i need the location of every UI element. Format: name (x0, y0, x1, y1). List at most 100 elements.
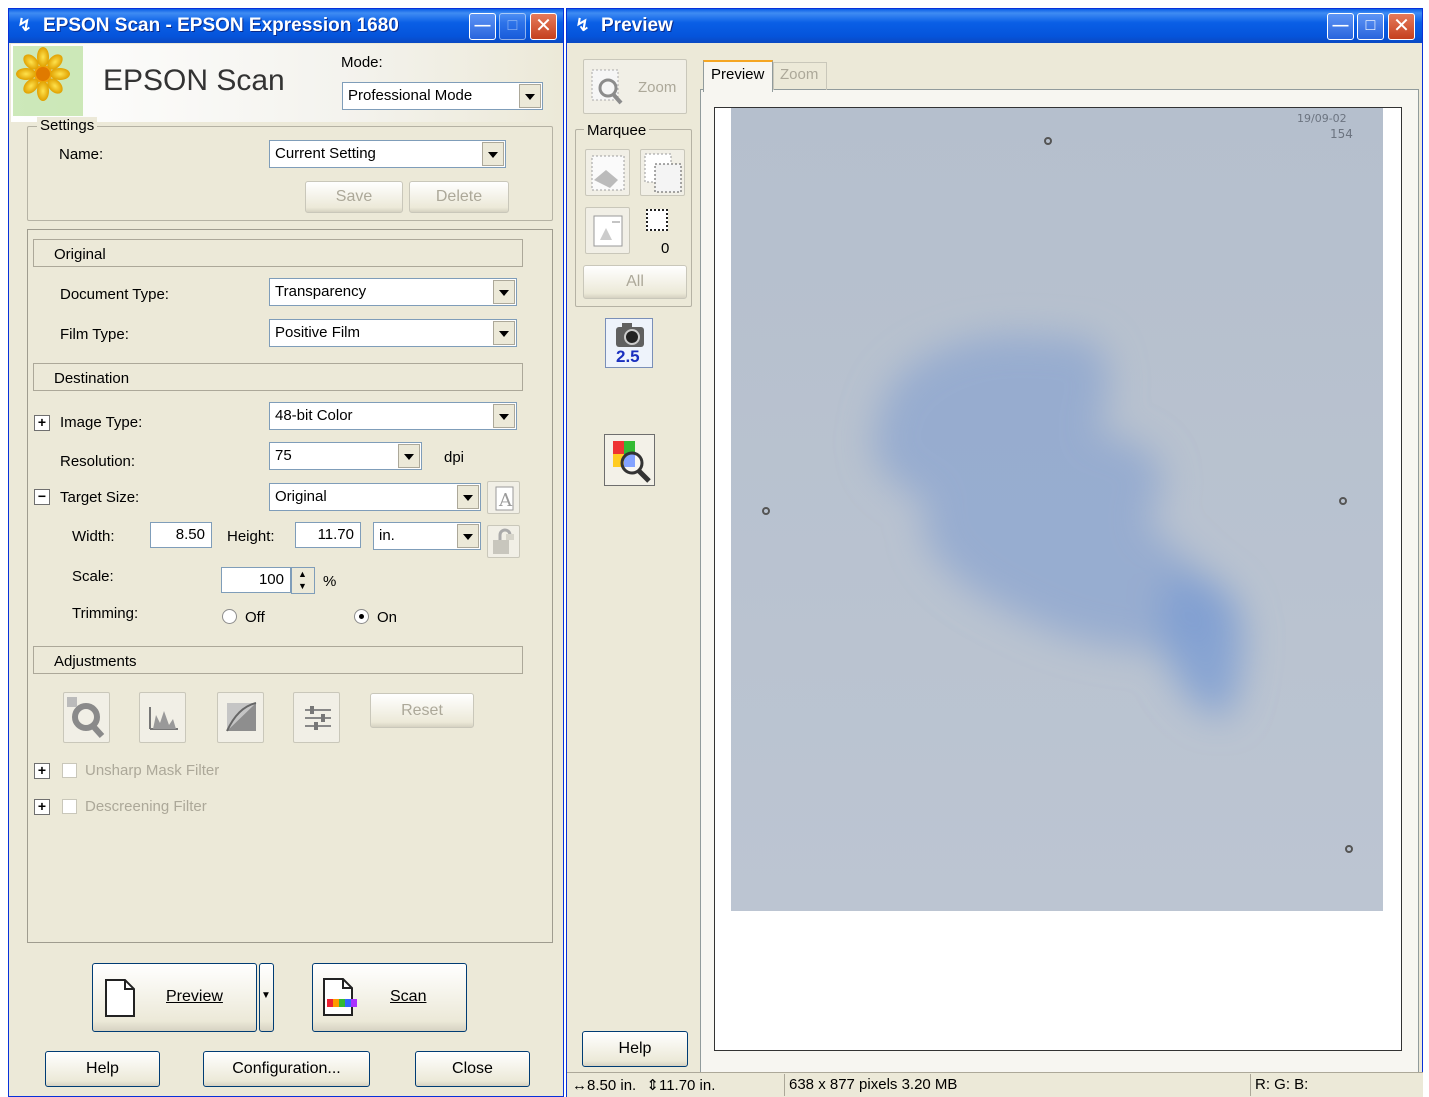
height-label: Height: (227, 528, 275, 545)
status-width: 8.50 in. (587, 1077, 637, 1094)
svg-text:A: A (498, 490, 513, 511)
brand-banner: EPSON Scan Mode: Professional Mode (11, 44, 561, 122)
image-type-expand-icon[interactable]: + (34, 415, 50, 431)
histogram-adjustment-button[interactable] (139, 692, 186, 743)
scan-button[interactable]: Scan (312, 963, 467, 1032)
height-input[interactable]: 11.70 (295, 522, 361, 548)
backlight-correction-button[interactable] (63, 692, 110, 743)
orientation-button[interactable]: A (487, 481, 520, 514)
chevron-down-icon[interactable] (493, 404, 515, 428)
all-button[interactable]: All (583, 265, 687, 299)
unsharp-expand-icon[interactable]: + (34, 763, 50, 779)
zoom-button[interactable]: Zoom (583, 59, 687, 114)
maximize-button[interactable]: □ (499, 13, 526, 40)
auto-locate-button[interactable] (585, 149, 630, 196)
scale-spinner[interactable]: ▲ ▼ (291, 567, 315, 594)
main-titlebar[interactable]: ↯ EPSON Scan - EPSON Expression 1680 — □… (9, 9, 563, 43)
scale-input[interactable]: 100 (221, 567, 291, 593)
setting-name-select[interactable]: Current Setting (269, 140, 506, 168)
chevron-down-icon[interactable] (482, 142, 504, 166)
sliders-icon (305, 706, 331, 730)
auto-exposure-button[interactable]: 2.5 (605, 318, 653, 368)
chevron-down-icon[interactable] (493, 280, 515, 304)
marquee-count-icon (646, 209, 668, 231)
help-button[interactable]: Help (45, 1051, 160, 1087)
trimming-off-radio[interactable] (222, 609, 237, 624)
document-type-label: Document Type: (60, 286, 169, 303)
close-window-button[interactable]: ✕ (1388, 13, 1415, 40)
resolution-select[interactable]: 75 (269, 442, 422, 470)
document-type-select[interactable]: Transparency (269, 278, 517, 306)
descreening-label: Descreening Filter (85, 798, 207, 815)
preview-button[interactable]: Preview (92, 963, 257, 1032)
resolution-unit-label: dpi (444, 449, 465, 466)
film-type-value: Positive Film (275, 324, 361, 341)
scale-label: Scale: (72, 568, 114, 585)
film-type-select[interactable]: Positive Film (269, 319, 517, 347)
flower-logo-icon (13, 46, 83, 116)
tab-zoom-label: Zoom (780, 66, 819, 83)
trimming-label: Trimming: (72, 605, 139, 622)
image-type-label: Image Type: (60, 414, 143, 431)
minimize-button[interactable]: — (469, 13, 496, 40)
chevron-down-icon[interactable] (457, 524, 479, 548)
target-size-select[interactable]: Original (269, 483, 481, 511)
image-type-select[interactable]: 48-bit Color (269, 402, 517, 430)
minimize-button[interactable]: — (1327, 13, 1354, 40)
chevron-down-icon[interactable] (457, 485, 479, 509)
mode-select[interactable]: Professional Mode (342, 82, 543, 110)
marquee-frame-button[interactable] (585, 207, 630, 254)
descreening-checkbox[interactable] (62, 799, 77, 814)
scale-unit-label: % (323, 573, 337, 590)
trimming-on-label: On (377, 609, 398, 626)
auto-locate-icon (591, 155, 625, 191)
unsharp-mask-checkbox[interactable] (62, 763, 77, 778)
duplicate-marquee-button[interactable] (640, 149, 685, 196)
image-type-value: 48-bit Color (275, 407, 353, 424)
preview-help-button[interactable]: Help (582, 1031, 688, 1067)
close-button[interactable]: Close (415, 1051, 530, 1087)
preview-options-button[interactable]: ▼ (259, 963, 274, 1032)
color-palette-button[interactable] (604, 434, 655, 486)
unit-select[interactable]: in. (373, 522, 481, 550)
orientation-icon: A (495, 486, 514, 511)
mode-label: Mode: (341, 54, 383, 71)
scan-preview-image: 19/09-02 154 (731, 108, 1383, 911)
target-size-collapse-icon[interactable]: − (34, 489, 50, 505)
setting-name-value: Current Setting (275, 145, 376, 162)
chevron-down-icon[interactable] (398, 444, 420, 468)
lock-aspect-button[interactable] (487, 525, 520, 558)
scan-mark-line1: 19/09-02 (1297, 112, 1347, 125)
close-window-button[interactable]: ✕ (530, 13, 557, 40)
delete-button[interactable]: Delete (409, 181, 509, 213)
width-input[interactable]: 8.50 (150, 522, 212, 548)
tab-preview[interactable]: Preview (703, 60, 773, 92)
save-button[interactable]: Save (305, 181, 403, 213)
status-height: 11.70 in. (658, 1077, 716, 1094)
main-window-title: EPSON Scan - EPSON Expression 1680 (43, 15, 399, 36)
zoom-button-label: Zoom (638, 79, 677, 96)
descreening-expand-icon[interactable]: + (34, 799, 50, 815)
height-arrow-icon: ⇕ (646, 1077, 659, 1094)
image-adjustment-button[interactable] (293, 692, 340, 743)
maximize-button[interactable]: □ (1357, 13, 1384, 40)
scan-mark-line2: 154 (1330, 127, 1353, 141)
destination-header-text: Destination (54, 370, 130, 387)
tab-preview-label: Preview (711, 66, 765, 83)
preview-titlebar[interactable]: ↯ Preview — □ ✕ (567, 9, 1422, 43)
auto-exposure-value: 2.5 (616, 347, 640, 366)
scan-page-icon (323, 978, 357, 1016)
reset-button[interactable]: Reset (370, 693, 474, 728)
spin-down-icon[interactable]: ▼ (298, 581, 307, 591)
preview-canvas[interactable]: 19/09-02 154 (714, 107, 1402, 1051)
chevron-down-icon[interactable] (519, 84, 541, 108)
chevron-down-icon[interactable] (493, 321, 515, 345)
epson-scan-icon: ↯ (575, 15, 591, 35)
configuration-button[interactable]: Configuration... (203, 1051, 370, 1087)
resolution-label: Resolution: (60, 453, 136, 470)
tone-correction-button[interactable] (217, 692, 264, 743)
width-label: Width: (72, 528, 115, 545)
tab-zoom[interactable]: Zoom (773, 62, 827, 90)
trimming-on-radio[interactable] (354, 609, 369, 624)
spin-up-icon[interactable]: ▲ (298, 569, 307, 579)
